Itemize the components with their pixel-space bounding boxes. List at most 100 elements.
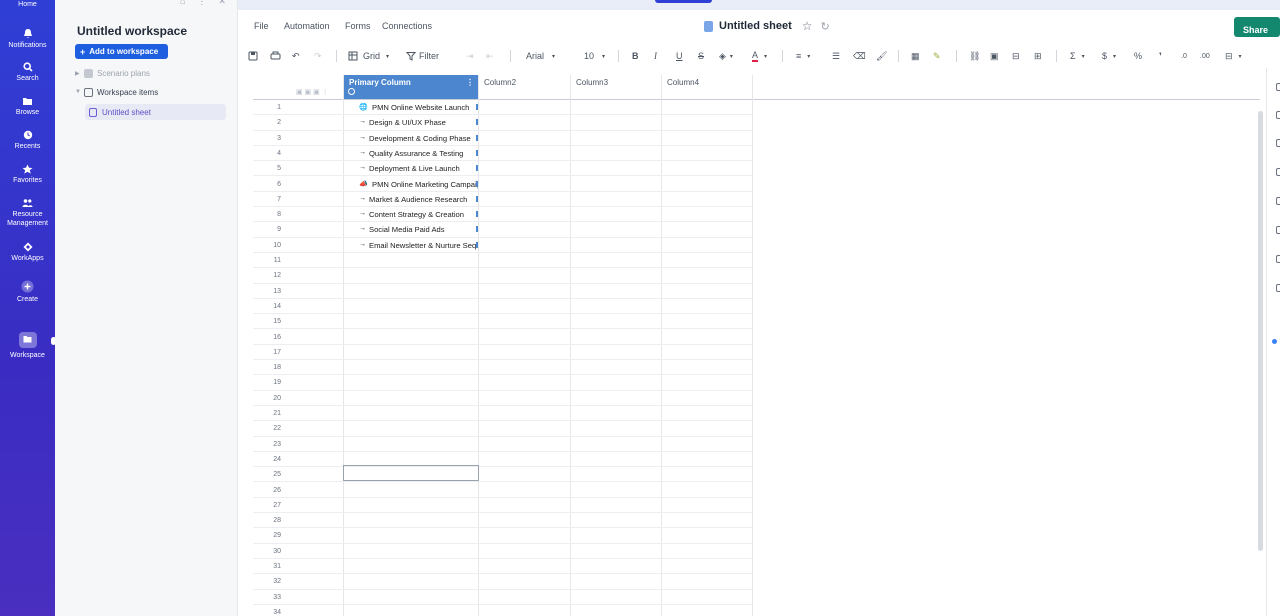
table-row[interactable]: 17 [253,345,752,361]
row-number[interactable]: 32 [253,578,281,585]
percent-icon[interactable]: % [1134,49,1142,63]
table-row[interactable]: 24 [253,452,752,468]
fill-color-icon[interactable]: ◈ ▾ [719,49,733,63]
tree-item-scenario-plans[interactable]: ▶ Scenario plans [75,66,150,80]
row-number[interactable]: 12 [253,272,281,279]
row-number[interactable]: 21 [253,410,281,417]
primary-cell[interactable] [343,314,478,329]
primary-cell[interactable] [343,574,478,589]
table-row[interactable]: 33 [253,590,752,605]
table-row[interactable]: 5 → Deployment & Live Launch [253,161,752,177]
primary-cell[interactable] [343,528,478,543]
wrap-text-icon[interactable]: ☰ [832,49,840,63]
row-number[interactable]: 1 [253,104,281,111]
table-row[interactable]: 14 [253,299,752,315]
row-number[interactable]: 14 [253,303,281,310]
primary-cell[interactable] [343,544,478,559]
table-row[interactable]: 18 [253,360,752,376]
panel-icon[interactable] [1276,111,1280,119]
primary-cell[interactable] [343,375,478,390]
primary-cell[interactable]: →Email Newsletter & Nurture Sequence [343,238,478,253]
refresh-icon[interactable]: ↻ [821,20,830,33]
panel-icon[interactable] [1276,168,1280,176]
row-number[interactable]: 20 [253,395,281,402]
row-number[interactable]: 5 [253,165,281,172]
tree-item-workspace-items[interactable]: ▼ Workspace items [75,85,158,99]
row-number[interactable]: 26 [253,487,281,494]
primary-cell[interactable] [343,360,478,375]
nav-search[interactable]: Search [0,62,55,83]
currency-icon[interactable]: $ ▾ [1102,49,1116,63]
row-number[interactable]: 9 [253,226,281,233]
table-row[interactable]: 28 [253,513,752,529]
table-row[interactable]: 21 [253,406,752,422]
menu-automation[interactable]: Automation [284,21,330,31]
row-number[interactable]: 23 [253,441,281,448]
font-size-dropdown[interactable]: 10 ▾ [584,49,605,63]
row-number[interactable]: 3 [253,135,281,142]
bold-icon[interactable]: B [632,49,639,63]
more-options-icon[interactable]: ⊟ ▾ [1225,49,1242,63]
decrease-decimal-icon[interactable]: .0 [1181,49,1187,63]
panel-icon[interactable] [1276,197,1280,205]
info-icon[interactable] [348,88,355,95]
primary-cell[interactable]: → Content Strategy & Creation [343,207,478,222]
nav-home[interactable]: Home [0,0,55,9]
menu-forms[interactable]: Forms [345,21,371,31]
nav-favorites[interactable]: Favorites [0,164,55,185]
table-row[interactable]: 31 [253,559,752,575]
table-row[interactable]: 1 🌐 PMN Online Website Launch [253,100,752,116]
panel-icon[interactable] [1276,284,1280,292]
table-row[interactable]: 16 [253,330,752,345]
lock-icon[interactable]: ⊟ [1012,49,1020,63]
row-number[interactable]: 28 [253,517,281,524]
row-number[interactable]: 6 [253,181,281,188]
primary-cell[interactable]: → Design & UI/UX Phase [343,115,478,130]
thousands-icon[interactable]: ❜ [1159,49,1162,63]
italic-icon[interactable]: I [654,49,657,63]
menu-file[interactable]: File [254,21,269,31]
table-row[interactable]: 27 [253,498,752,514]
table-row[interactable]: 11 [253,253,752,269]
table-row[interactable]: 26 [253,483,752,498]
table-row[interactable]: 25 [253,467,752,483]
underline-icon[interactable]: U [676,49,683,63]
primary-cell[interactable]: 🌐 PMN Online Website Launch [343,100,478,115]
panel-top-icons[interactable]: ⌂⋮✕ [180,0,238,7]
table-row[interactable]: 3 → Development & Coding Phase [253,131,752,146]
format-painter-icon[interactable]: 🖌 [876,49,887,63]
table-row[interactable]: 32 [253,574,752,590]
print-icon[interactable] [270,49,281,63]
text-color-icon[interactable]: A ▾ [752,49,767,63]
primary-cell[interactable]: → Development & Coding Phase [343,131,478,146]
row-number[interactable]: 19 [253,379,281,386]
filter-button[interactable]: Filter [406,49,439,63]
primary-cell[interactable] [343,345,478,360]
row-number[interactable]: 31 [253,563,281,570]
table-row[interactable]: 7 → Market & Audience Research [253,192,752,208]
primary-cell[interactable] [343,268,478,283]
increase-decimal-icon[interactable]: .00 [1200,49,1210,63]
menu-connections[interactable]: Connections [382,21,432,31]
align-dropdown[interactable]: ≡ ▾ [796,49,810,63]
panel-icon[interactable] [1276,255,1280,263]
panel-icon[interactable] [1276,83,1280,91]
sum-icon[interactable]: Σ ▾ [1070,49,1085,63]
table-row[interactable]: 6 📣 PMN Online Marketing Campaign [253,177,752,192]
table-row[interactable]: 22 [253,421,752,437]
table-row[interactable]: 15 [253,314,752,330]
selected-cell[interactable] [343,465,479,481]
grid-lines-icon[interactable]: ▦ [911,49,920,63]
primary-cell[interactable]: → Quality Assurance & Testing [343,146,478,161]
table-row[interactable]: 12 [253,268,752,284]
nav-notifications[interactable]: Notifications [0,28,55,50]
row-number[interactable]: 33 [253,594,281,601]
nav-browse[interactable]: Browse [0,96,55,117]
row-number[interactable]: 13 [253,288,281,295]
primary-cell[interactable] [343,559,478,574]
sheet-title[interactable]: Untitled sheet [719,20,792,32]
row-number[interactable]: 29 [253,532,281,539]
table-row[interactable]: 8 → Content Strategy & Creation [253,207,752,223]
highlight-icon[interactable]: ✎ [933,49,941,63]
nav-workspace[interactable]: Workspace [0,332,55,360]
